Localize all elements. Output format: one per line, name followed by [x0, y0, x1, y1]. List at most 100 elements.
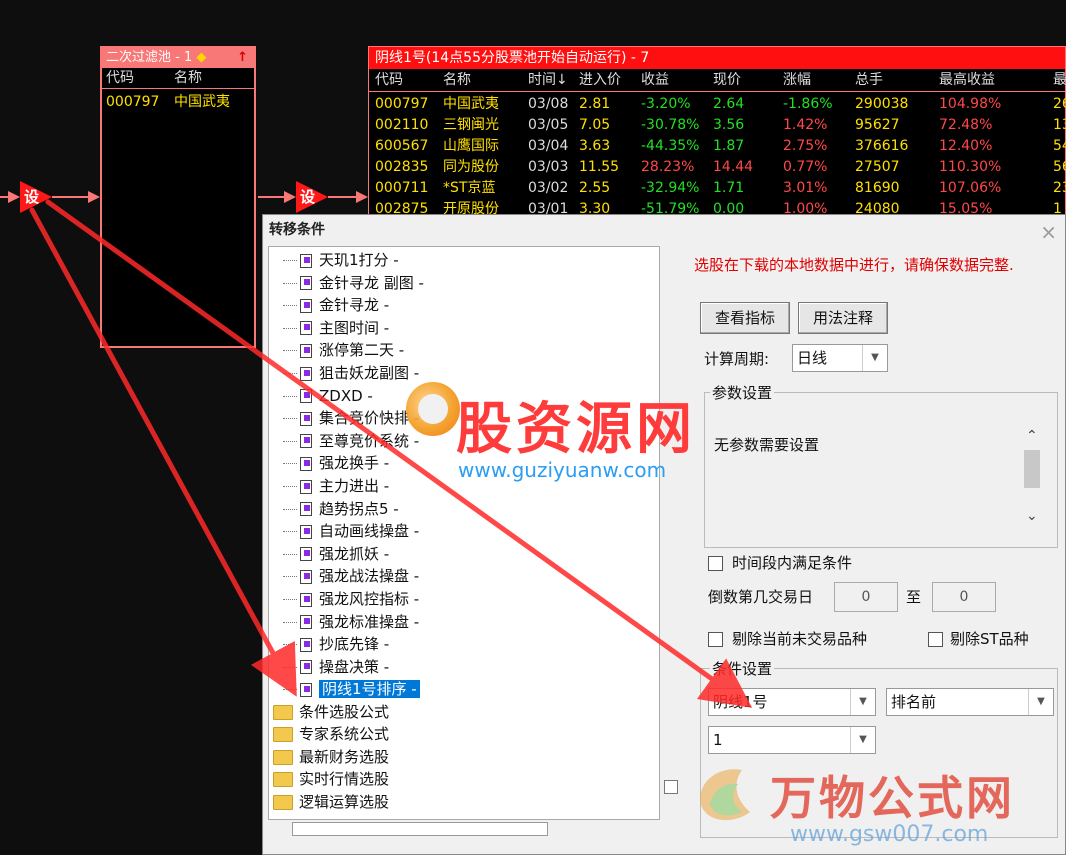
col-entry[interactable]: 进入价 — [579, 69, 621, 91]
tree-item[interactable]: 至尊竞价系统 - — [269, 430, 419, 452]
cell-chg: 3.01% — [783, 180, 828, 196]
tree-item[interactable]: 操盘决策 - — [269, 656, 389, 678]
tree-folder[interactable]: 逻辑运算选股 — [273, 791, 389, 813]
tree-item[interactable]: 强龙标准操盘 - — [269, 611, 419, 633]
tree-item[interactable]: 强龙风控指标 - — [269, 588, 419, 610]
view-indicator-button[interactable]: 查看指标 — [700, 302, 790, 334]
chevron-down-icon[interactable]: ▼ — [850, 689, 875, 715]
cell-maxret: 104.98% — [939, 96, 1002, 112]
formula-icon — [299, 343, 313, 359]
tree-item[interactable]: 趋势拐点5 - — [269, 498, 399, 520]
tree-item[interactable]: 自动画线操盘 - — [269, 520, 419, 542]
col-maxret[interactable]: 最高收益 — [939, 69, 995, 91]
cell-entry: 7.05 — [579, 117, 611, 133]
timespan-label: 时间段内满足条件 — [732, 554, 853, 572]
chevron-down-icon[interactable]: ▼ — [862, 345, 887, 371]
tree-item[interactable]: 金针寻龙 - — [269, 294, 389, 316]
resize-box — [664, 780, 678, 794]
col-volume[interactable]: 总手 — [855, 69, 883, 91]
tree-item[interactable]: 强龙换手 - — [269, 452, 389, 474]
dialog-title-bar[interactable]: 转移条件 × — [263, 215, 1065, 245]
tree-item[interactable]: 天玑1打分 - — [269, 249, 399, 271]
tree-item[interactable]: 主力进出 - — [269, 475, 389, 497]
tree-item[interactable]: 强龙战法操盘 - — [269, 565, 419, 587]
main-title[interactable]: 阴线1号(14点55分股票池开始自动运行) - 7 — [369, 47, 1065, 69]
pool-row-name: 中国武夷 — [174, 94, 230, 110]
pool-title-bar[interactable]: 二次过滤池 - 1 ◆ ↑ — [102, 48, 254, 68]
cell-vol: 81690 — [855, 180, 900, 196]
condition-group-label: 条件设置 — [710, 658, 775, 679]
pool-header-name: 名称 — [174, 70, 202, 86]
tree-folder-label: 最新财务选股 — [299, 747, 390, 766]
guziyuan-logo — [406, 382, 460, 436]
set-node-left-label: 设 — [24, 188, 40, 206]
tree-folder[interactable]: 最新财务选股 — [273, 746, 389, 768]
col-price[interactable]: 现价 — [713, 69, 741, 91]
tree-connector — [283, 666, 297, 668]
col-code[interactable]: 代码 — [375, 69, 403, 91]
col-change[interactable]: 涨幅 — [783, 69, 811, 91]
chevron-down-icon[interactable]: ▼ — [1028, 689, 1053, 715]
tree-item[interactable]: 金针寻龙 副图 - — [269, 272, 424, 294]
tree-item[interactable]: 抄底先锋 - — [269, 633, 389, 655]
params-scrollbar[interactable]: ⌃ ⌄ — [1020, 424, 1044, 528]
exclude-untraded-label: 剔除当前未交易品种 — [732, 630, 868, 648]
rank-value-select[interactable]: 1 ▼ — [708, 726, 876, 754]
formula-icon — [299, 275, 313, 291]
params-group-label: 参数设置 — [710, 382, 775, 403]
col-return[interactable]: 收益 — [641, 69, 669, 91]
cell-date: 03/04 — [528, 138, 569, 154]
tree-item[interactable]: ZDXD - — [269, 385, 373, 407]
to-day-input[interactable]: 0 — [932, 582, 996, 612]
cell-price: 14.44 — [713, 159, 754, 175]
table-row[interactable]: 002835 同为股份 03/03 11.55 28.23% 14.44 0.77% 2750… — [369, 157, 1066, 178]
col-time[interactable]: 时间↓ — [528, 69, 568, 91]
tree-item[interactable]: 狙击妖龙副图 - — [269, 362, 419, 384]
period-select[interactable]: 日线 ▼ — [792, 344, 888, 372]
indicator-select[interactable]: 阴线1号 ▼ — [708, 688, 876, 716]
tree-item[interactable]: 强龙抓妖 - — [269, 543, 389, 565]
tree-item[interactable]: 阴线1号排序 - — [269, 678, 420, 700]
tree-item[interactable]: 主图时间 - — [269, 317, 389, 339]
col-name[interactable]: 名称 — [443, 69, 471, 91]
tree-folder[interactable]: 实时行情选股 — [273, 768, 389, 790]
folder-icon — [273, 727, 293, 743]
cell-entry: 2.55 — [579, 180, 611, 196]
cell-price: 1.71 — [713, 180, 745, 196]
cell-chg: 0.77% — [783, 159, 828, 175]
scroll-down-icon[interactable]: ⌄ — [1026, 508, 1038, 524]
formula-tree[interactable]: 天玑1打分 - 金针寻龙 副图 - 金针寻龙 - 主图时间 - 涨停第二天 - 狙击妖龙副… — [268, 246, 660, 820]
scroll-up-icon[interactable]: ⌃ — [1026, 428, 1038, 444]
table-row[interactable]: 000797 中国武夷 03/08 2.81 -3.20% 2.64 -1.86% 29003… — [369, 94, 1066, 115]
tree-item[interactable]: 集合竞价快排 - — [269, 407, 419, 429]
watermark2-url: www.gsw007.com — [790, 822, 989, 847]
cell-chg: 1.42% — [783, 117, 828, 133]
col-last[interactable]: 最 — [1053, 69, 1066, 91]
table-row[interactable]: 000797 中国武夷 — [102, 91, 254, 113]
tree-folder[interactable]: 条件选股公式 — [273, 701, 389, 723]
tree-item[interactable]: 涨停第二天 - — [269, 339, 404, 361]
scroll-thumb[interactable] — [1024, 450, 1040, 488]
up-arrow-icon[interactable]: ↑ — [237, 48, 248, 68]
exclude-untraded-checkbox[interactable] — [708, 632, 723, 647]
usage-notes-button[interactable]: 用法注释 — [798, 302, 888, 334]
rank-select[interactable]: 排名前 ▼ — [886, 688, 1054, 716]
table-row[interactable]: 600567 山鹰国际 03/04 3.63 -44.35% 1.87 2.75% 37661… — [369, 136, 1066, 157]
pool-title: 二次过滤池 - 1 — [106, 50, 193, 65]
table-row[interactable]: 000711 *ST京蓝 03/02 2.55 -32.94% 1.71 3.01% 8169… — [369, 178, 1066, 199]
from-day-input[interactable]: 0 — [834, 582, 898, 612]
formula-icon — [299, 524, 313, 540]
exclude-st-checkbox[interactable] — [928, 632, 943, 647]
formula-icon — [299, 501, 313, 517]
tree-horizontal-scrollbar[interactable] — [292, 822, 548, 836]
gsw-logo — [700, 769, 750, 821]
table-row[interactable]: 002110 三钢闽光 03/05 7.05 -30.78% 3.56 1.42% 95627… — [369, 115, 1066, 136]
chevron-down-icon[interactable]: ▼ — [850, 727, 875, 753]
pool-header-code: 代码 — [106, 70, 134, 86]
tree-folder[interactable]: 专家系统公式 — [273, 723, 389, 745]
cell-last: 54 — [1053, 138, 1066, 154]
close-icon[interactable]: × — [1040, 217, 1057, 247]
cell-entry: 11.55 — [579, 159, 620, 175]
tree-item-label: 阴线1号排序 - — [319, 680, 420, 699]
timespan-checkbox[interactable] — [708, 556, 723, 571]
